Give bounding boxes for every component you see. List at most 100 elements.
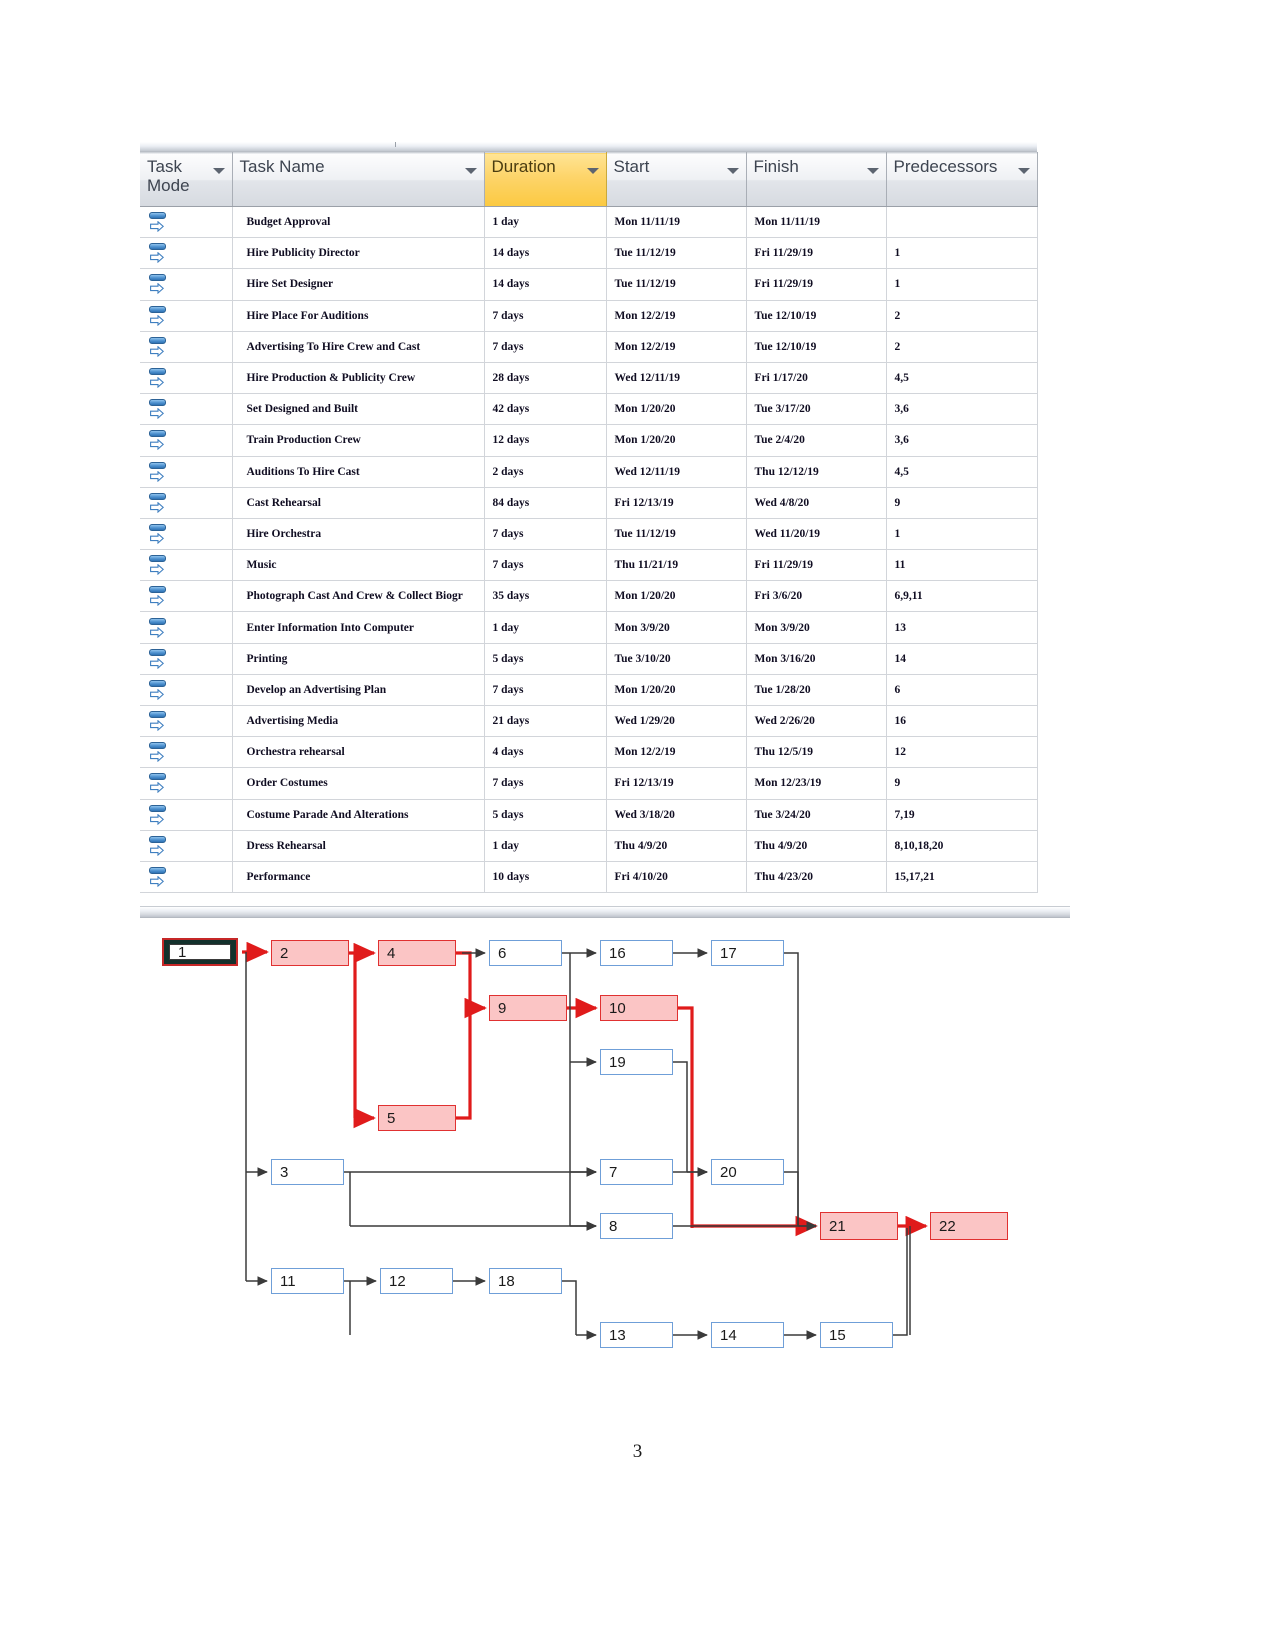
cell-task-mode[interactable] (140, 487, 233, 519)
table-row[interactable]: Train Production Crew 12 days Mon 1/20/20 T… (140, 424, 1038, 457)
cell-start[interactable]: Thu 4/9/20 (606, 830, 747, 862)
horizontal-scrollbar[interactable] (140, 142, 1037, 152)
table-row[interactable]: Printing 5 days Tue 3/10/20 Mon 3/16/20 14 (140, 643, 1038, 675)
cell-start[interactable]: Thu 11/21/19 (606, 549, 747, 582)
filter-arrow-icon[interactable] (586, 168, 599, 174)
cell-duration[interactable]: 7 days (484, 674, 607, 707)
cell-finish[interactable]: Tue 2/4/20 (746, 424, 887, 457)
cell-start[interactable]: Mon 12/2/19 (606, 331, 747, 363)
cell-start[interactable]: Fri 4/10/20 (606, 861, 747, 894)
cell-duration[interactable]: 1 day (484, 206, 607, 239)
cell-finish[interactable]: Thu 4/23/20 (746, 861, 887, 894)
cell-task-mode[interactable] (140, 393, 233, 426)
table-row[interactable]: Hire Publicity Director 14 days Tue 11/12/… (140, 237, 1038, 270)
cell-task-mode[interactable] (140, 362, 233, 395)
cell-predecessors[interactable]: 7,19 (886, 799, 1038, 831)
network-node-19[interactable]: 19 (600, 1049, 673, 1075)
cell-finish[interactable]: Fri 3/6/20 (746, 580, 887, 613)
network-node-6[interactable]: 6 (489, 940, 562, 966)
network-node-18[interactable]: 18 (489, 1268, 562, 1294)
network-node-1[interactable]: 1 (162, 938, 238, 966)
cell-task-mode[interactable] (140, 705, 233, 738)
network-node-17[interactable]: 17 (711, 940, 784, 966)
cell-predecessors[interactable]: 15,17,21 (886, 861, 1038, 894)
cell-finish[interactable]: Fri 11/29/19 (746, 549, 887, 582)
auto-schedule-icon[interactable] (148, 522, 170, 546)
auto-schedule-icon[interactable] (148, 740, 170, 764)
cell-predecessors[interactable]: 1 (886, 518, 1038, 551)
cell-start[interactable]: Mon 1/20/20 (606, 424, 747, 457)
cell-task-name[interactable]: Advertising To Hire Crew and Cast (232, 331, 485, 363)
network-node-15[interactable]: 15 (820, 1322, 893, 1348)
cell-duration[interactable]: 7 days (484, 767, 607, 800)
cell-start[interactable]: Wed 12/11/19 (606, 362, 747, 395)
auto-schedule-icon[interactable] (148, 647, 170, 671)
cell-duration[interactable]: 5 days (484, 643, 607, 675)
cell-duration[interactable]: 4 days (484, 736, 607, 769)
auto-schedule-icon[interactable] (148, 335, 170, 359)
table-row[interactable]: Advertising To Hire Crew and Cast 7 days M… (140, 331, 1038, 363)
auto-schedule-icon[interactable] (148, 834, 170, 858)
cell-task-mode[interactable] (140, 424, 233, 457)
cell-predecessors[interactable]: 6 (886, 674, 1038, 707)
cell-predecessors[interactable]: 6,9,11 (886, 580, 1038, 613)
cell-finish[interactable]: Thu 12/5/19 (746, 736, 887, 769)
auto-schedule-icon[interactable] (148, 709, 170, 733)
cell-duration[interactable]: 28 days (484, 362, 607, 395)
table-row[interactable]: Hire Set Designer 14 days Tue 11/12/19 Fri … (140, 268, 1038, 301)
cell-task-name[interactable]: Music (232, 549, 485, 582)
cell-predecessors[interactable]: 14 (886, 643, 1038, 675)
cell-predecessors[interactable]: 2 (886, 331, 1038, 363)
cell-task-mode[interactable] (140, 237, 233, 270)
cell-finish[interactable]: Mon 3/16/20 (746, 643, 887, 675)
cell-start[interactable]: Mon 1/20/20 (606, 393, 747, 426)
cell-start[interactable]: Wed 1/29/20 (606, 705, 747, 738)
network-node-4[interactable]: 4 (378, 940, 456, 966)
cell-predecessors[interactable]: 11 (886, 549, 1038, 582)
table-row[interactable]: Enter Information Into Computer 1 day Mon … (140, 611, 1038, 644)
cell-start[interactable]: Wed 12/11/19 (606, 456, 747, 488)
cell-duration[interactable]: 7 days (484, 549, 607, 582)
auto-schedule-icon[interactable] (148, 272, 170, 296)
cell-start[interactable]: Mon 12/2/19 (606, 300, 747, 332)
cell-duration[interactable]: 42 days (484, 393, 607, 426)
network-node-21[interactable]: 21 (820, 1212, 898, 1240)
auto-schedule-icon[interactable] (148, 460, 170, 484)
cell-task-name[interactable]: Train Production Crew (232, 424, 485, 457)
cell-duration[interactable]: 1 day (484, 611, 607, 644)
cell-duration[interactable]: 7 days (484, 300, 607, 332)
table-row[interactable]: Hire Production & Publicity Crew 28 days W… (140, 362, 1038, 395)
cell-finish[interactable]: Thu 4/9/20 (746, 830, 887, 862)
cell-start[interactable]: Mon 12/2/19 (606, 736, 747, 769)
cell-duration[interactable]: 12 days (484, 424, 607, 457)
table-row[interactable]: Set Designed and Built 42 days Mon 1/20/20… (140, 393, 1038, 426)
auto-schedule-icon[interactable] (148, 803, 170, 827)
network-node-22[interactable]: 22 (930, 1212, 1008, 1240)
cell-task-mode[interactable] (140, 549, 233, 582)
cell-start[interactable]: Fri 12/13/19 (606, 487, 747, 519)
cell-task-name[interactable]: Order Costumes (232, 767, 485, 800)
network-node-9[interactable]: 9 (489, 995, 567, 1021)
cell-duration[interactable]: 5 days (484, 799, 607, 831)
table-row[interactable]: Advertising Media 21 days Wed 1/29/20 Wed 2… (140, 705, 1038, 738)
auto-schedule-icon[interactable] (148, 366, 170, 390)
cell-task-name[interactable]: Performance (232, 861, 485, 894)
cell-start[interactable]: Tue 3/10/20 (606, 643, 747, 675)
cell-start[interactable]: Tue 11/12/19 (606, 268, 747, 301)
cell-duration[interactable]: 2 days (484, 456, 607, 488)
cell-predecessors[interactable]: 8,10,18,20 (886, 830, 1038, 862)
cell-predecessors[interactable]: 16 (886, 705, 1038, 738)
cell-task-name[interactable]: Photograph Cast And Crew & Collect Biogr (232, 580, 485, 613)
auto-schedule-icon[interactable] (148, 616, 170, 640)
auto-schedule-icon[interactable] (148, 241, 170, 265)
cell-task-mode[interactable] (140, 456, 233, 488)
column-header-duration[interactable]: Duration (484, 152, 607, 207)
cell-predecessors[interactable]: 1 (886, 237, 1038, 270)
auto-schedule-icon[interactable] (148, 304, 170, 328)
cell-start[interactable]: Mon 1/20/20 (606, 674, 747, 707)
auto-schedule-icon[interactable] (148, 584, 170, 608)
network-node-5[interactable]: 5 (378, 1105, 456, 1131)
cell-task-name[interactable]: Set Designed and Built (232, 393, 485, 426)
network-node-11[interactable]: 11 (271, 1268, 344, 1294)
network-node-20[interactable]: 20 (711, 1159, 784, 1185)
